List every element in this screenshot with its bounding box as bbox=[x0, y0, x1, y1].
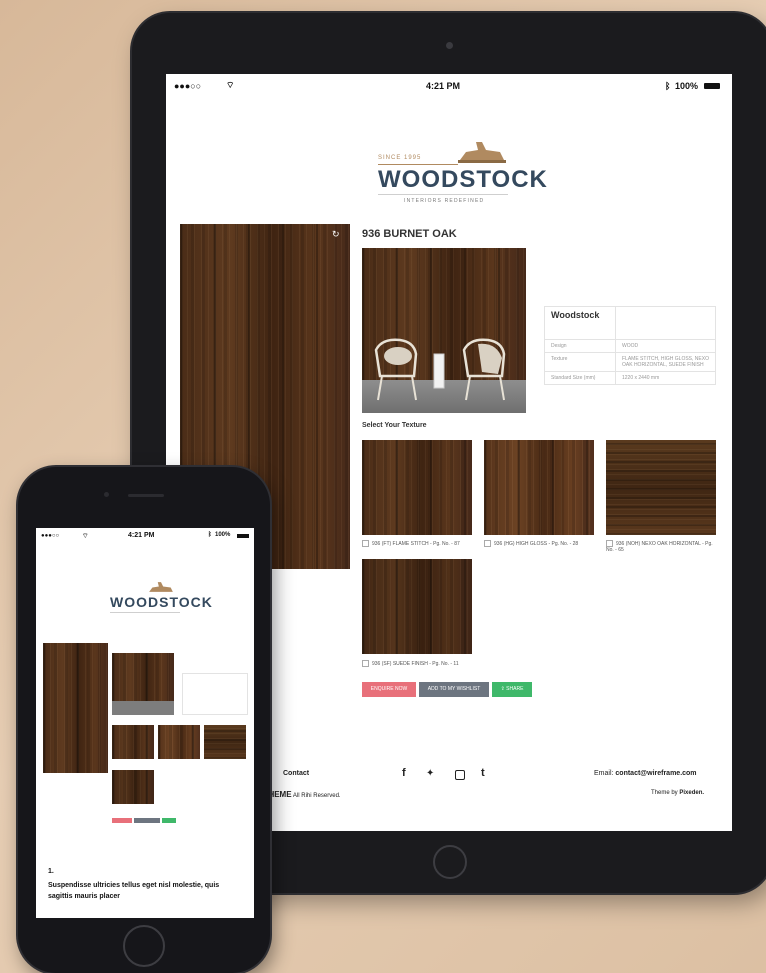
spec-value: FLAME STITCH, HIGH GLOSS, NEXO OAK HORIZ… bbox=[615, 352, 716, 372]
footer-credit: Theme by Pixeden. bbox=[651, 790, 704, 796]
texture-swatch-flame-stitch[interactable] bbox=[112, 725, 154, 759]
woodstock-logo[interactable]: SINCE 1995 WOODSTOCK INTERIORS REDEFINED bbox=[378, 136, 547, 211]
credit-prefix: Theme by bbox=[651, 790, 678, 796]
footer-email[interactable]: Email: contact@wireframe.com bbox=[594, 770, 697, 777]
signal-icon: ●●●○○ bbox=[174, 81, 202, 91]
share-button[interactable]: ⇪ SHARE bbox=[492, 682, 532, 697]
spec-table bbox=[182, 673, 248, 715]
facebook-icon[interactable]: f bbox=[402, 767, 406, 779]
phone-speaker bbox=[128, 494, 164, 497]
texture-label: 936 (HG) HIGH GLOSS - Pg. No. - 28 bbox=[494, 540, 579, 547]
texture-swatch-nexo-oak[interactable] bbox=[606, 440, 716, 535]
room-preview-image[interactable] bbox=[362, 248, 526, 413]
texture-swatch-flame-stitch[interactable] bbox=[362, 440, 472, 535]
texture-swatch-suede-finish[interactable] bbox=[112, 770, 154, 804]
battery-percent: 100% bbox=[675, 81, 699, 91]
furniture-illustration bbox=[374, 338, 506, 401]
texture-option[interactable]: 936 (HG) HIGH GLOSS - Pg. No. - 28 bbox=[484, 540, 578, 547]
floor bbox=[112, 701, 174, 715]
texture-label: 936 (FT) FLAME STITCH - Pg. No. - 87 bbox=[372, 540, 460, 547]
refresh-icon[interactable]: ↻ bbox=[332, 229, 340, 240]
bluetooth-icon: ᛒ bbox=[208, 532, 212, 538]
logo-wordmark: WOODSTOCK bbox=[110, 594, 213, 610]
spec-label: Design bbox=[544, 339, 616, 353]
checkbox[interactable] bbox=[606, 540, 613, 547]
spec-brand-empty bbox=[615, 306, 716, 340]
product-main-image[interactable] bbox=[43, 643, 108, 773]
checkbox[interactable] bbox=[484, 540, 491, 547]
tablet-camera bbox=[446, 42, 453, 49]
instagram-icon[interactable] bbox=[455, 770, 465, 780]
tumblr-icon[interactable]: t bbox=[481, 767, 485, 779]
texture-option[interactable]: 936 (FT) FLAME STITCH - Pg. No. - 87 bbox=[362, 540, 460, 547]
logo-since: SINCE 1995 bbox=[378, 155, 422, 161]
texture-label: 936 (NOH) NEXO OAK HORIZONTAL - Pg. No. … bbox=[606, 540, 713, 553]
checkbox[interactable] bbox=[362, 540, 369, 547]
wood-plane-icon bbox=[458, 142, 506, 163]
logo-tagline: INTERIORS REDEFINED bbox=[404, 198, 485, 204]
phone-screen: ●●●○○ ⌔ 4:21 PM ᛒ 100% WOODSTOCK 1. Susp… bbox=[36, 528, 254, 918]
wifi-icon: ⌔ bbox=[82, 533, 89, 540]
texture-swatch-nexo-oak[interactable] bbox=[204, 725, 246, 759]
woodstock-logo[interactable]: WOODSTOCK bbox=[110, 580, 212, 620]
share-label: SHARE bbox=[506, 686, 524, 692]
logo-wordmark: WOODSTOCK bbox=[378, 166, 548, 193]
checkbox[interactable] bbox=[362, 660, 369, 667]
add-to-wishlist-button[interactable] bbox=[134, 818, 160, 823]
add-to-wishlist-button[interactable]: ADD TO MY WISHLIST bbox=[419, 682, 489, 697]
wood-plane-icon bbox=[149, 582, 173, 592]
logo-underline bbox=[110, 612, 180, 613]
share-button[interactable] bbox=[162, 818, 176, 823]
signal-icon: ●●●○○ bbox=[41, 533, 60, 539]
twitter-icon[interactable]: ✦ bbox=[426, 768, 434, 779]
texture-option[interactable]: 936 (SF) SUEDE FINISH - Pg. No. - 11 bbox=[362, 660, 459, 667]
battery-icon bbox=[237, 534, 249, 538]
enquire-now-button[interactable] bbox=[112, 818, 132, 823]
texture-option[interactable]: 936 (NOH) NEXO OAK HORIZONTAL - Pg. No. … bbox=[606, 540, 718, 553]
credit-name[interactable]: Pixeden. bbox=[679, 790, 704, 796]
texture-label: 936 (SF) SUEDE FINISH - Pg. No. - 11 bbox=[372, 660, 459, 667]
texture-swatch-suede-finish[interactable] bbox=[362, 559, 472, 654]
logo-rule bbox=[378, 164, 458, 165]
spec-table: Woodstock Design WOOD Texture FLAME STITCH… bbox=[544, 306, 716, 385]
logo-underline bbox=[378, 194, 508, 195]
texture-heading: Select Your Texture bbox=[362, 422, 427, 429]
texture-swatch-high-gloss[interactable] bbox=[484, 440, 594, 535]
product-title: 936 BURNET OAK bbox=[362, 228, 457, 240]
spec-brand: Woodstock bbox=[544, 306, 616, 340]
spec-value: 1220 x 2440 mm bbox=[615, 371, 716, 385]
battery-percent: 100% bbox=[215, 532, 231, 538]
bluetooth-icon: ᛒ bbox=[665, 81, 671, 91]
spec-value: WOOD bbox=[615, 339, 716, 353]
spec-label: Standard Size (mm) bbox=[544, 371, 616, 385]
phone-camera bbox=[104, 492, 109, 497]
enquire-now-button[interactable]: ENQUIRE NOW bbox=[362, 682, 416, 697]
texture-swatch-high-gloss[interactable] bbox=[158, 725, 200, 759]
wifi-icon: ⌔ bbox=[226, 80, 235, 90]
battery-icon bbox=[704, 83, 720, 89]
tablet-home-button[interactable] bbox=[433, 845, 467, 879]
footer-contact-link[interactable]: Contact bbox=[283, 770, 309, 777]
status-time: 4:21 PM bbox=[426, 81, 461, 91]
email-label: Email: bbox=[594, 770, 614, 777]
status-time: 4:21 PM bbox=[128, 532, 155, 539]
email-address[interactable]: contact@wireframe.com bbox=[615, 770, 696, 777]
body-paragraph: Suspendisse ultricies tellus eget nisl m… bbox=[48, 882, 220, 900]
room-preview-image[interactable] bbox=[112, 653, 174, 715]
list-number: 1. bbox=[48, 868, 54, 875]
copyright-text: All Rihi Reserved. bbox=[292, 793, 341, 799]
phone-home-button[interactable] bbox=[123, 925, 165, 967]
spec-label: Texture bbox=[544, 352, 616, 372]
